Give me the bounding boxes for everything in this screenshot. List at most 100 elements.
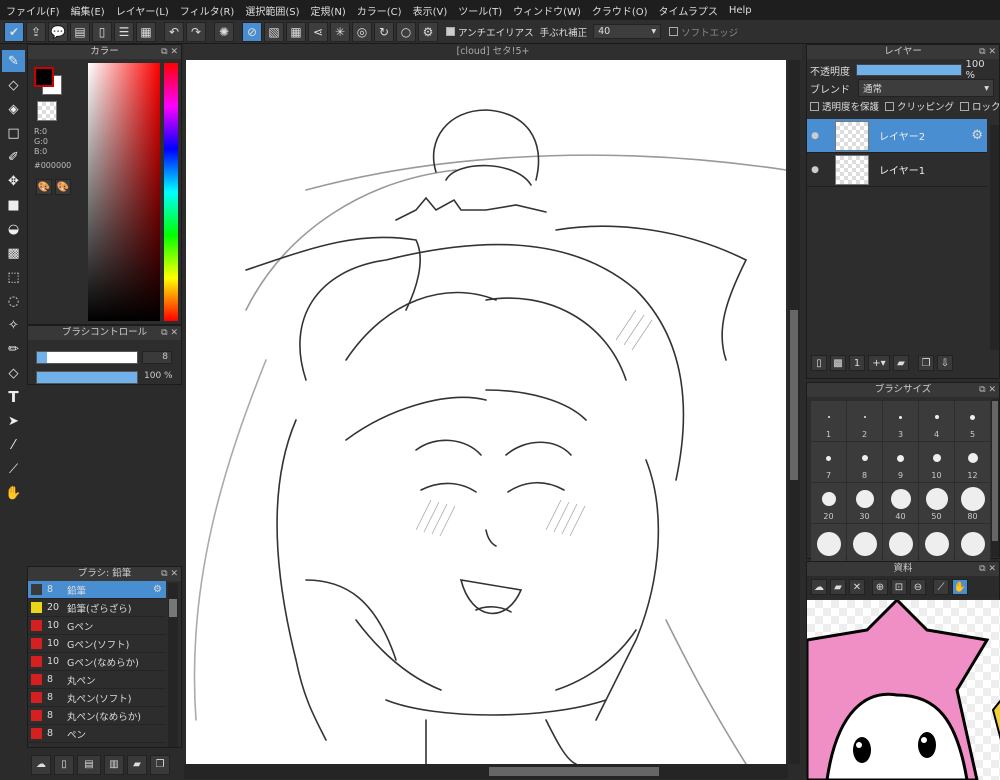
horizontal-scrollbar[interactable] <box>184 764 788 779</box>
gear-icon[interactable]: ⚙ <box>153 584 162 595</box>
scroll-thumb[interactable] <box>992 401 998 541</box>
primary-color-swatch[interactable] <box>34 67 54 87</box>
eye-icon[interactable]: ● <box>807 165 823 175</box>
hue-slider[interactable] <box>164 63 178 321</box>
snap-grid-button[interactable]: ▦ <box>286 21 306 42</box>
lock-checkbox[interactable]: ロック <box>960 99 1000 113</box>
brush-list-item[interactable]: 8 丸ペン(なめらか) <box>28 707 166 725</box>
brush-size-cell[interactable]: 8 <box>847 442 882 482</box>
brush-size-value[interactable]: 8 <box>142 351 172 364</box>
pen-tool-icon[interactable]: ✐ <box>2 146 25 168</box>
brush-size-cell[interactable]: 3 <box>883 401 918 441</box>
stabilizer-select[interactable]: 40 ▾ <box>593 24 662 39</box>
vertical-scroll-thumb[interactable] <box>790 310 798 480</box>
eraser-tool-icon[interactable]: ◇ <box>2 74 25 96</box>
brush-size-cell[interactable]: 20 <box>811 483 846 523</box>
new-layer-icon[interactable]: ▯ <box>811 355 827 371</box>
brush-size-slider[interactable] <box>36 351 138 364</box>
duplicate-layer-icon[interactable]: ❐ <box>918 355 934 371</box>
deselect-button[interactable]: ✺ <box>214 21 234 42</box>
snap-radial-button[interactable]: ✳ <box>330 21 350 42</box>
blur-tool-icon[interactable]: ◈ <box>2 98 25 120</box>
antialias-checkbox[interactable]: アンチエイリアス <box>446 25 534 39</box>
menu-item-9[interactable]: ウィンドウ(W) <box>513 3 581 18</box>
list-button[interactable]: ☰ <box>114 21 134 42</box>
hand-tool-icon[interactable]: ✋ <box>2 482 25 504</box>
gradient-tool-icon[interactable]: ▩ <box>2 242 25 264</box>
panel-close-icon[interactable]: ⧉ ✕ <box>979 45 996 59</box>
gear-icon[interactable]: ⚙ <box>971 128 983 143</box>
protect-alpha-checkbox[interactable]: 透明度を保護 <box>810 99 879 113</box>
brush-opacity-slider[interactable] <box>36 371 138 384</box>
snap-ellipse-button[interactable]: ○ <box>396 21 416 42</box>
horizontal-scroll-thumb[interactable] <box>489 767 659 776</box>
panel-close-icon[interactable]: ⧉ ✕ <box>161 567 178 581</box>
brush-copy-icon[interactable]: ❐ <box>150 754 170 775</box>
menu-item-7[interactable]: 表示(V) <box>413 3 448 18</box>
scroll-thumb[interactable] <box>169 599 177 617</box>
eyedropper-tool-icon[interactable]: ⟋ <box>2 458 25 480</box>
zoom-in-icon[interactable]: ⊕ <box>872 579 888 595</box>
undo-button[interactable]: ↶ <box>164 21 184 42</box>
brush-size-cell[interactable]: 50 <box>919 483 954 523</box>
saturation-value-picker[interactable] <box>88 63 160 321</box>
document-tab[interactable]: [cloud] セタ!5+ <box>184 44 802 60</box>
snap-circle-button[interactable]: ◎ <box>352 21 372 42</box>
palette-add-icon[interactable]: 🎨 <box>55 179 71 195</box>
brush-size-cell[interactable]: 12 <box>955 442 990 482</box>
brush-list-item[interactable]: 8 丸ペン <box>28 671 166 689</box>
menu-item-4[interactable]: 選択範囲(S) <box>245 3 299 18</box>
fill-rect-tool-icon[interactable]: ■ <box>2 194 25 216</box>
fit-icon[interactable]: ⊡ <box>891 579 907 595</box>
snap-perspective-button[interactable]: ⋖ <box>308 21 328 42</box>
clipping-checkbox[interactable]: クリッピング <box>885 99 954 113</box>
close-icon[interactable]: ✕ <box>849 579 865 595</box>
brush-list-item[interactable]: 8 鉛筆 ⚙ <box>28 581 166 599</box>
rect-tool-icon[interactable]: □ <box>2 122 25 144</box>
menu-item-8[interactable]: ツール(T) <box>458 3 502 18</box>
brush-size-cell[interactable]: 4 <box>919 401 954 441</box>
hand-icon[interactable]: ✋ <box>952 579 968 595</box>
layer-list-scrollbar[interactable] <box>990 125 999 350</box>
new-halftone-layer-icon[interactable]: ▩ <box>830 355 846 371</box>
snap-off-button[interactable]: ⊘ <box>242 21 262 42</box>
layer-folder-icon[interactable]: ▰ <box>893 355 909 371</box>
zoom-out-icon[interactable]: ⊖ <box>910 579 926 595</box>
brush-folder-icon[interactable]: ▰ <box>127 754 147 775</box>
comment-button[interactable]: ▤ <box>70 21 90 42</box>
divide-tool-icon[interactable]: ⁄ <box>2 434 25 456</box>
panel-close-icon[interactable]: ⧉ ✕ <box>161 326 178 340</box>
menu-item-2[interactable]: レイヤー(L) <box>116 3 169 18</box>
new-1bit-layer-icon[interactable]: 1 <box>849 355 865 371</box>
brush-size-cell[interactable]: 5 <box>955 401 990 441</box>
blend-select[interactable]: 通常 ▾ <box>858 79 994 97</box>
layer-row[interactable]: ● レイヤー2 ⚙ <box>807 119 987 153</box>
brush-list-item[interactable]: 10 Gペン(なめらか) <box>28 653 166 671</box>
brush-size-cell[interactable] <box>919 524 954 564</box>
softedge-checkbox[interactable]: ソフトエッジ <box>669 25 738 39</box>
open-folder-icon[interactable]: ▰ <box>830 579 846 595</box>
brush-size-cell[interactable]: 80 <box>955 483 990 523</box>
panel-close-icon[interactable]: ⧉ ✕ <box>161 45 178 59</box>
cloud-brush-icon[interactable]: ☁ <box>31 754 51 775</box>
menu-item-6[interactable]: カラー(C) <box>357 3 402 18</box>
drawing-canvas[interactable] <box>186 60 786 764</box>
brush-list-item[interactable]: 8 ペン <box>28 725 166 743</box>
bucket-tool-icon[interactable]: ◒ <box>2 218 25 240</box>
operation-tool-icon[interactable]: ➤ <box>2 410 25 432</box>
reference-image[interactable] <box>807 600 1000 780</box>
eye-icon[interactable]: ● <box>807 131 823 141</box>
menu-item-5[interactable]: 定規(N) <box>310 3 345 18</box>
brush-list-item[interactable]: 10 Gペン <box>28 617 166 635</box>
brush-size-cell[interactable]: 7 <box>811 442 846 482</box>
brush-list-scrollbar[interactable] <box>168 583 178 747</box>
app-menu-button[interactable]: ✔ <box>4 21 24 42</box>
move-tool-icon[interactable]: ✥ <box>2 170 25 192</box>
brush-size-scrollbar[interactable] <box>991 399 999 557</box>
snap-settings-button[interactable]: ⚙ <box>418 21 438 42</box>
panel-close-icon[interactable]: ⧉ ✕ <box>979 383 996 397</box>
chat-button[interactable]: 💬 <box>48 21 68 42</box>
brush-tool-icon[interactable]: ✎ <box>2 50 25 72</box>
palette-icon[interactable]: 🎨 <box>36 179 52 195</box>
brush-size-cell[interactable]: 30 <box>847 483 882 523</box>
